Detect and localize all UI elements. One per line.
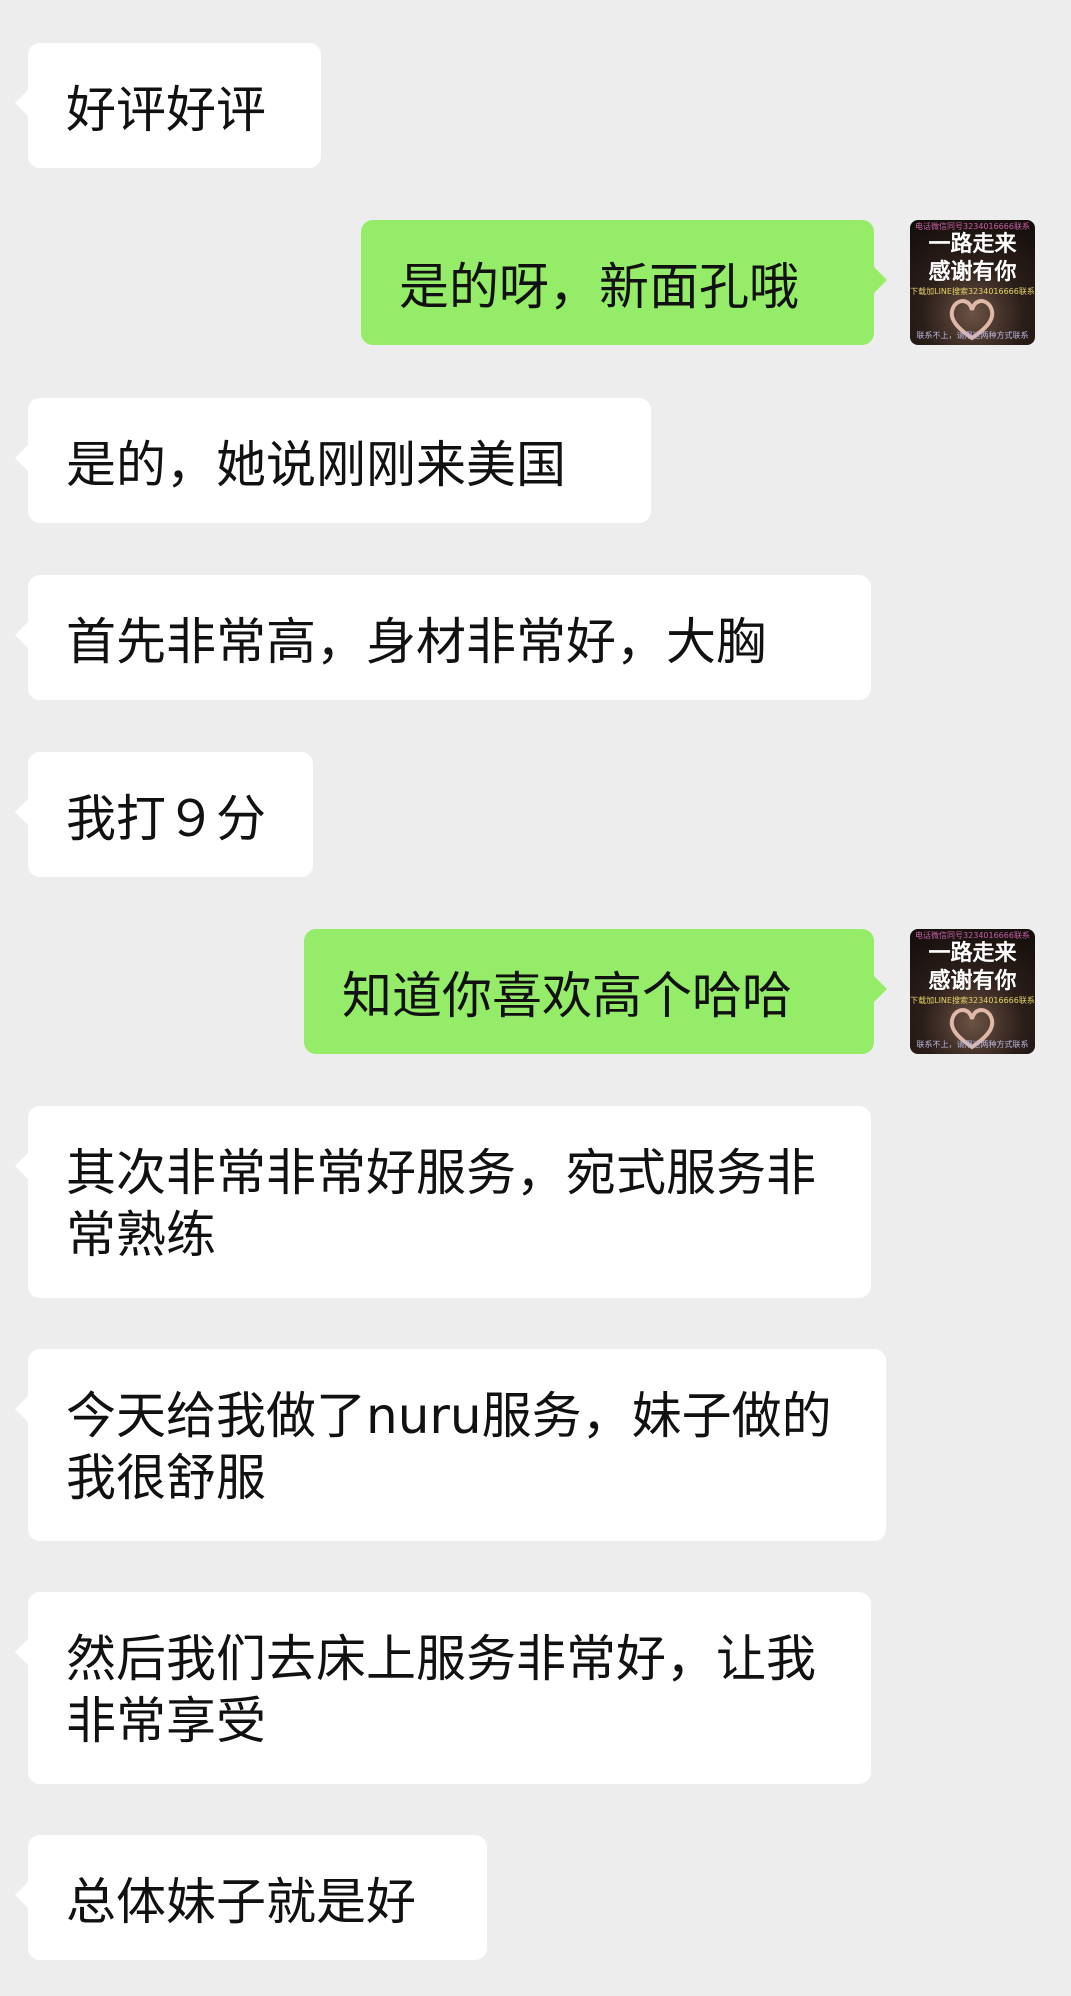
avatar-title-line2: 感谢有你: [928, 260, 1017, 285]
avatar-title-line1: 一路走来: [928, 941, 1017, 966]
avatar-top-caption: 电话微信同号3234016666联系: [915, 931, 1030, 940]
avatar-bottom-caption: 联系不上，请用这两种方式联系: [916, 331, 1029, 340]
self-avatar[interactable]: 电话微信同号3234016666联系 一路走来 感谢有你 下载加LINE搜索32…: [910, 929, 1035, 1054]
incoming-message-bubble[interactable]: 好评好评: [15, 43, 321, 168]
avatar-top-caption: 电话微信同号3234016666联系: [915, 222, 1030, 231]
incoming-message-bubble[interactable]: 首先非常高，身材非常好，大胸: [15, 575, 871, 700]
incoming-message-bubble[interactable]: 其次非常非常好服务，宛式服务非常熟练: [15, 1106, 871, 1298]
incoming-message-bubble[interactable]: 总体妹子就是好: [15, 1835, 487, 1960]
outgoing-message-bubble[interactable]: 是的呀，新面孔哦: [361, 220, 887, 345]
outgoing-message-bubble[interactable]: 知道你喜欢高个哈哈: [304, 929, 887, 1054]
avatar-bottom-caption: 联系不上，请用这两种方式联系: [916, 1040, 1029, 1049]
chat-message-list[interactable]: 好评好评 是的呀，新面孔哦 电话微信同号3234016666联系 一路走来 感谢…: [0, 0, 1071, 1996]
incoming-message-bubble[interactable]: 我打９分: [15, 752, 313, 877]
self-avatar[interactable]: 电话微信同号3234016666联系 一路走来 感谢有你 下载加LINE搜索32…: [910, 220, 1035, 345]
avatar-title-line1: 一路走来: [928, 232, 1017, 257]
avatar-title-line2: 感谢有你: [928, 969, 1017, 994]
incoming-message-bubble[interactable]: 今天给我做了nuru服务，妹子做的我很舒服: [15, 1349, 886, 1541]
incoming-message-bubble[interactable]: 然后我们去床上服务非常好，让我非常享受: [15, 1592, 871, 1784]
incoming-message-bubble[interactable]: 是的，她说刚刚来美国: [15, 398, 651, 523]
